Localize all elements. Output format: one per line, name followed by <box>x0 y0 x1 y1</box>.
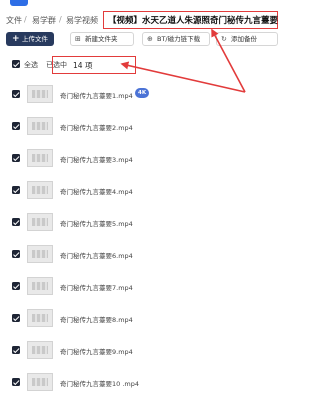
file-name[interactable]: 奇门秘传九言薹要1.mp4 <box>60 90 133 100</box>
video-thumbnail <box>27 213 53 231</box>
list-item[interactable]: 奇门秘传九言薹要1.mp4 4K <box>0 78 280 110</box>
row-checkbox[interactable] <box>12 250 20 258</box>
top-bar <box>0 0 280 10</box>
file-name[interactable]: 奇门秘传九言薹要4.mp4 <box>60 186 133 196</box>
video-thumbnail <box>27 245 53 263</box>
video-thumbnail <box>27 373 53 391</box>
file-name[interactable]: 奇门秘传九言薹要5.mp4 <box>60 218 133 228</box>
row-checkbox[interactable] <box>12 90 20 98</box>
file-name[interactable]: 奇门秘传九言薹要10 .mp4 <box>60 378 139 388</box>
list-item[interactable]: 奇门秘传九言薹要3.mp4 <box>0 142 280 174</box>
toolbar: + 上传文件 ⊞ 新建文件夹 ⊕ BT/磁力链下载 ↻ 添加备份 <box>6 32 278 48</box>
row-checkbox[interactable] <box>12 282 20 290</box>
row-checkbox[interactable] <box>12 122 20 130</box>
list-item[interactable]: 奇门秘传九言薹要2.mp4 <box>0 110 280 142</box>
breadcrumb-item-files[interactable]: 文件 <box>6 15 22 26</box>
breadcrumb-separator: / <box>59 15 62 24</box>
active-tab-indicator <box>10 0 28 6</box>
selection-bar: 全选 已选中 14 项 <box>6 56 276 74</box>
file-name[interactable]: 奇门秘传九言薹要7.mp4 <box>60 282 133 292</box>
list-item[interactable]: 奇门秘传九言薹要8.mp4 <box>0 302 280 334</box>
backup-icon: ↻ <box>221 35 227 43</box>
video-thumbnail <box>27 117 53 135</box>
video-thumbnail <box>27 341 53 359</box>
file-name[interactable]: 奇门秘传九言薹要3.mp4 <box>60 154 133 164</box>
bt-download-label: BT/磁力链下载 <box>157 35 201 43</box>
add-backup-button[interactable]: ↻ 添加备份 <box>216 32 278 46</box>
row-checkbox[interactable] <box>12 154 20 162</box>
list-item[interactable]: 奇门秘传九言薹要10 .mp4 <box>0 366 280 398</box>
new-folder-label: 新建文件夹 <box>85 35 118 43</box>
list-item[interactable]: 奇门秘传九言薹要7.mp4 <box>0 270 280 302</box>
video-thumbnail <box>27 85 53 103</box>
breadcrumb: 文件 / 易学群 / 易学视频 【视频】水天乙道人朱源照奇门秘传九言薹要 <box>6 10 278 32</box>
selected-count: 14 项 <box>73 61 93 70</box>
list-item[interactable]: 奇门秘传九言薹要5.mp4 <box>0 206 280 238</box>
row-checkbox[interactable] <box>12 346 20 354</box>
list-item[interactable]: 奇门秘传九言薹要4.mp4 <box>0 174 280 206</box>
file-name[interactable]: 奇门秘传九言薹要6.mp4 <box>60 250 133 260</box>
row-checkbox[interactable] <box>12 218 20 226</box>
video-thumbnail <box>27 277 53 295</box>
video-thumbnail <box>27 181 53 199</box>
breadcrumb-separator: / <box>24 15 27 24</box>
list-item[interactable]: 奇门秘传九言薹要6.mp4 <box>0 238 280 270</box>
row-checkbox[interactable] <box>12 378 20 386</box>
selected-count-highlight: 14 项 <box>52 56 136 74</box>
file-name[interactable]: 奇门秘传九言薹要9.mp4 <box>60 346 133 356</box>
row-checkbox[interactable] <box>12 186 20 194</box>
bt-download-button[interactable]: ⊕ BT/磁力链下载 <box>142 32 210 46</box>
add-backup-label: 添加备份 <box>231 35 257 43</box>
file-name[interactable]: 奇门秘传九言薹要8.mp4 <box>60 314 133 324</box>
select-all-checkbox[interactable] <box>12 60 20 68</box>
plus-icon: + <box>12 34 20 44</box>
upload-button[interactable]: + 上传文件 <box>6 32 54 46</box>
breadcrumb-item-videos[interactable]: 易学视频 <box>66 15 98 26</box>
folder-plus-icon: ⊞ <box>75 35 81 43</box>
file-name[interactable]: 奇门秘传九言薹要2.mp4 <box>60 122 133 132</box>
resolution-badge: 4K <box>135 88 150 98</box>
breadcrumb-current-folder: 【视频】水天乙道人朱源照奇门秘传九言薹要 <box>103 11 278 29</box>
upload-button-label: 上传文件 <box>22 35 48 43</box>
row-checkbox[interactable] <box>12 314 20 322</box>
video-thumbnail <box>27 309 53 327</box>
video-thumbnail <box>27 149 53 167</box>
magnet-icon: ⊕ <box>147 35 153 43</box>
breadcrumb-item-group[interactable]: 易学群 <box>32 15 56 26</box>
new-folder-button[interactable]: ⊞ 新建文件夹 <box>70 32 134 46</box>
select-all-label[interactable]: 全选 <box>24 60 38 70</box>
list-item[interactable]: 奇门秘传九言薹要9.mp4 <box>0 334 280 366</box>
